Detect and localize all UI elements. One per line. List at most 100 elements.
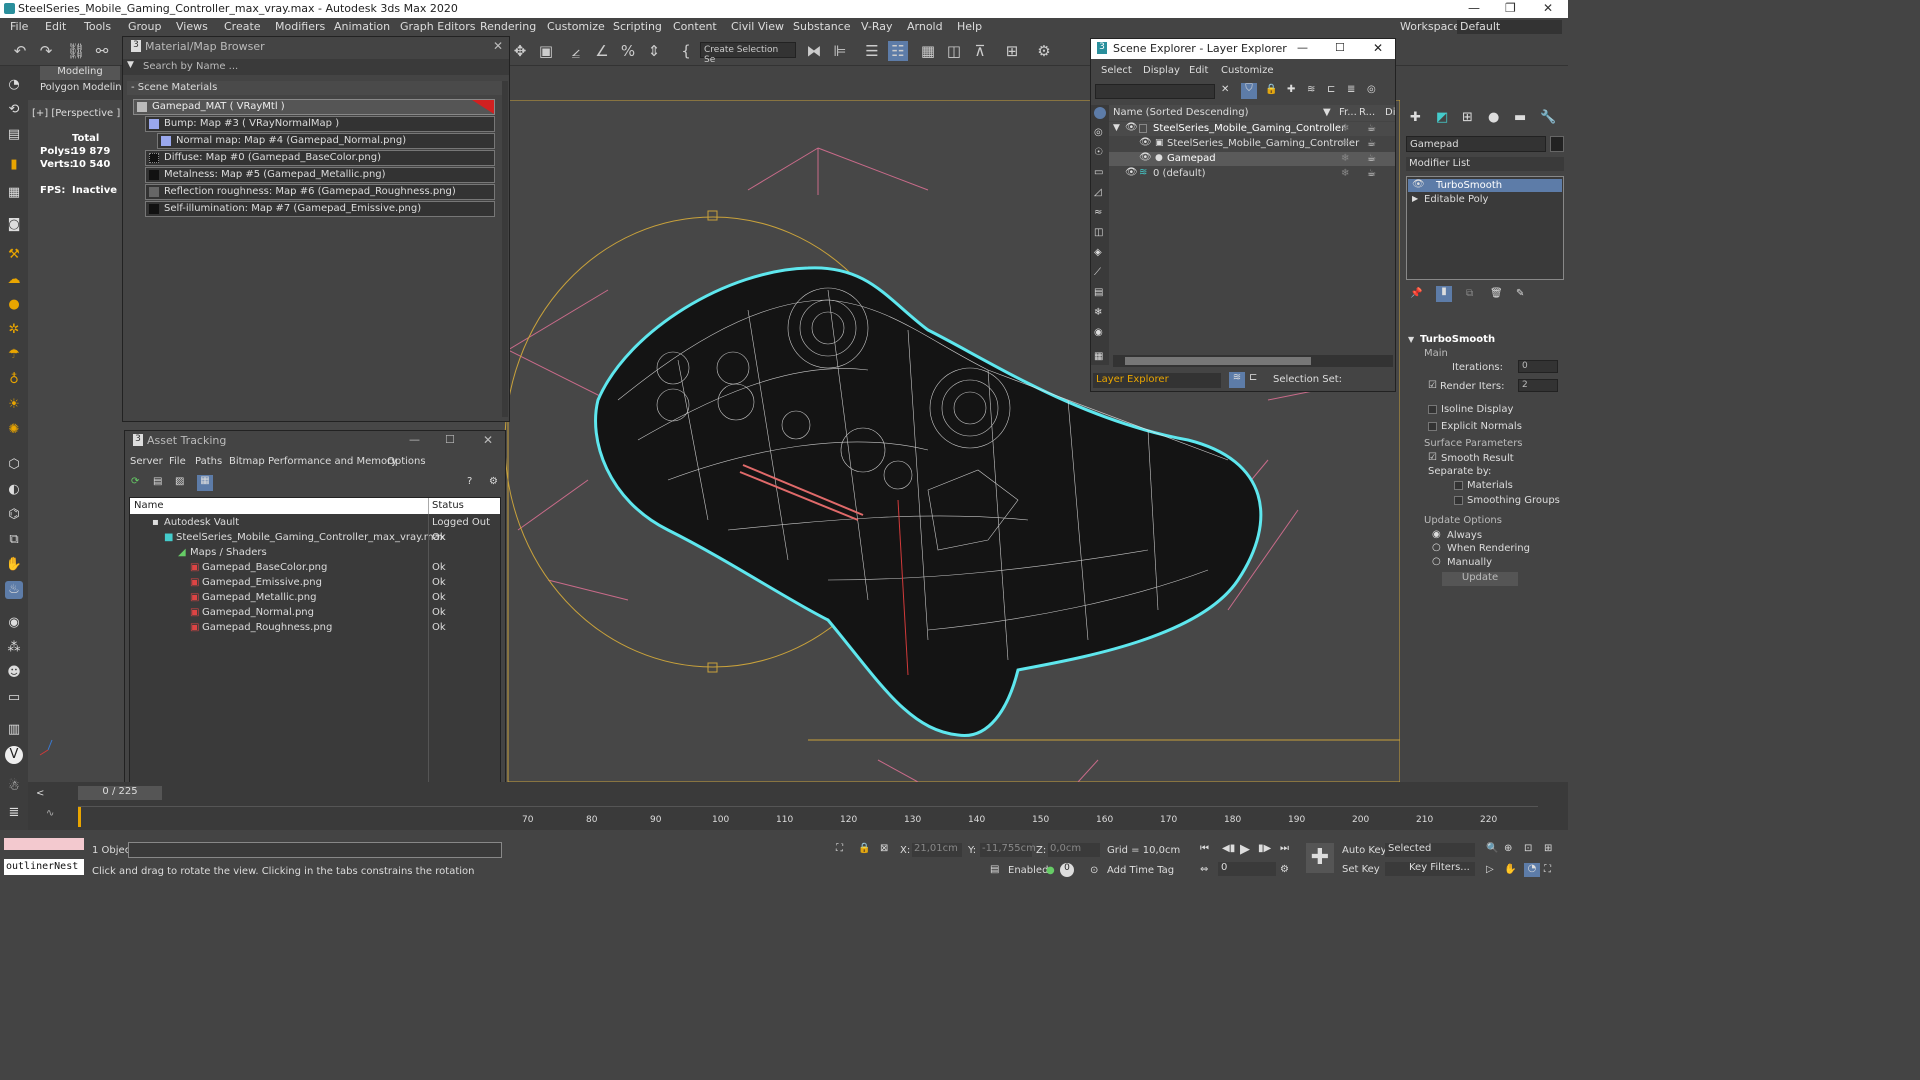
layout-icon[interactable]: ▥ [5, 721, 23, 739]
geometry-icon[interactable]: ◎ [1094, 127, 1103, 138]
col-status[interactable]: Status [432, 500, 464, 511]
play-icon[interactable]: ▶ [1240, 842, 1250, 857]
enabled-dot-icon[interactable]: ● [1046, 865, 1055, 876]
expand-icon[interactable]: ▶ [1412, 194, 1418, 203]
menu-modifiers[interactable]: Modifiers [275, 20, 325, 33]
search-input[interactable]: Search by Name ... [143, 61, 238, 72]
menu-edit[interactable]: Edit [45, 20, 66, 33]
isoline-checkbox[interactable] [1428, 404, 1437, 415]
create-tab-icon[interactable]: ✚ [1410, 110, 1421, 125]
y-coord-input[interactable]: -11,755cm [980, 843, 1036, 857]
visibility-icon[interactable]: 👁 [1139, 137, 1152, 148]
add-time-tag[interactable]: Add Time Tag [1107, 865, 1174, 876]
display-objects-icon[interactable] [1094, 107, 1106, 119]
menu-create[interactable]: Create [224, 20, 261, 33]
hierarchy-tab-icon[interactable]: ⊞ [1462, 110, 1473, 125]
horizontal-scrollbar[interactable] [1113, 355, 1393, 367]
sun-icon[interactable]: ☀ [5, 396, 23, 414]
bulb-icon[interactable]: ♁ [5, 371, 23, 389]
head-icon[interactable]: ☻ [5, 664, 23, 682]
update-button[interactable]: Update [1442, 572, 1518, 586]
orbit-icon[interactable]: ◔ [5, 76, 23, 94]
orbit-icon[interactable]: ◔ [1524, 863, 1540, 877]
camera-icon[interactable]: ◙ [5, 216, 23, 234]
hidden-icon[interactable]: ◉ [1094, 327, 1103, 338]
cube-icon[interactable]: ⬡ [5, 456, 23, 474]
smooth-result-checkbox[interactable]: ☑ [1428, 452, 1437, 463]
menu-display[interactable]: Display [1143, 65, 1180, 76]
go-to-end-icon[interactable]: ⏭ [1280, 843, 1289, 854]
absolute-mode-icon[interactable]: ⊠ [880, 843, 888, 854]
menu-customize[interactable]: Customize [547, 20, 605, 33]
table-row[interactable]: ■ SteelSeries_Mobile_Gaming_Controller_m… [130, 531, 500, 546]
render-icon[interactable]: ☕ [1367, 153, 1376, 164]
map-item[interactable]: Diffuse: Map #0 (Gamepad_BaseColor.png) [145, 150, 495, 166]
filter-icon[interactable]: ⛉ [1241, 83, 1257, 99]
eye-icon[interactable]: 👁 [1412, 179, 1425, 190]
scrollbar[interactable] [502, 81, 508, 417]
highlight-icon[interactable]: ◎ [1367, 84, 1376, 95]
box-icon[interactable]: ▤ [5, 126, 23, 144]
hierarchy-icon[interactable]: ⊏ [1327, 84, 1335, 95]
lamp-icon[interactable]: ☂ [5, 346, 23, 364]
redo-icon[interactable]: ↷ [36, 41, 56, 61]
object-name-input[interactable]: Gamepad [1406, 136, 1546, 152]
material-item[interactable]: Gamepad_MAT ( VRayMtl ) [133, 99, 495, 115]
table-row[interactable]: ▣ Gamepad_Roughness.png Ok [130, 621, 500, 636]
next-key-icon[interactable]: ▮▶ [1258, 843, 1271, 854]
unique-icon[interactable]: ⧉ [1466, 288, 1473, 299]
set-key-button[interactable]: Set Key [1342, 864, 1380, 875]
table-row[interactable]: ▣ Gamepad_BaseColor.png Ok [130, 561, 500, 576]
sphere-icon[interactable]: ● [5, 296, 23, 314]
always-radio[interactable]: ◉ [1432, 529, 1441, 540]
when-rendering-radio[interactable]: ○ [1432, 542, 1441, 553]
table-row[interactable]: ▣ Gamepad_Normal.png Ok [130, 606, 500, 621]
display-icon[interactable]: ▮ [5, 156, 23, 174]
zoom-icon[interactable]: 🔍 [1486, 843, 1498, 854]
grid-icon[interactable]: ▦ [5, 184, 23, 202]
close-icon[interactable]: ✕ [1543, 1, 1553, 15]
ribbon-polygon-modeling[interactable]: Polygon Modeling [40, 82, 128, 93]
table-row[interactable]: ◢ Maps / Shaders [130, 546, 500, 561]
camera-icon[interactable]: ▭ [1094, 167, 1103, 178]
menu-tools[interactable]: Tools [84, 20, 111, 33]
menu-graph-editors[interactable]: Graph Editors [400, 20, 476, 33]
enabled-toggle[interactable]: 0 [1060, 863, 1074, 877]
grid-icon[interactable]: ▦ [197, 475, 213, 491]
close-icon[interactable]: ✕ [493, 39, 503, 53]
vray-icon[interactable]: V [5, 746, 23, 764]
materials-checkbox[interactable] [1454, 480, 1463, 491]
all-icon[interactable]: ▦ [1094, 351, 1103, 362]
place-icon[interactable]: ▣ [536, 41, 556, 61]
menu-rendering[interactable]: Rendering [480, 20, 536, 33]
hemisphere-icon[interactable]: ◐ [5, 481, 23, 499]
map-item[interactable]: Metalness: Map #5 (Gamepad_Metallic.png) [145, 167, 495, 183]
bone-icon[interactable]: ⟋ [1094, 267, 1101, 278]
minimize-icon[interactable]: — [1297, 41, 1308, 54]
hand-icon[interactable]: ✋ [5, 556, 23, 574]
render-icon[interactable]: ☕ [1367, 138, 1376, 149]
prompt-field[interactable] [128, 842, 502, 858]
pan-icon[interactable]: ✋ [1504, 864, 1516, 875]
menu-customize[interactable]: Customize [1221, 65, 1274, 76]
menu-file[interactable]: File [169, 456, 186, 467]
modifier-list-dropdown[interactable]: Modifier List [1406, 157, 1564, 171]
spacewarp-icon[interactable]: ≈ [1094, 207, 1102, 218]
menu-options[interactable]: Options [387, 456, 426, 467]
viewport-icon[interactable]: ▭ [5, 689, 23, 707]
list-icon[interactable]: ▤ [153, 476, 162, 487]
collapse-icon[interactable]: ▼ [1408, 335, 1414, 344]
menu-vray[interactable]: V-Ray [861, 20, 893, 33]
scroll-thumb[interactable] [1125, 357, 1311, 365]
rotate-icon[interactable]: ⟲ [5, 101, 23, 119]
group-icon[interactable]: ◫ [1094, 227, 1103, 238]
restore-icon[interactable]: ❐ [1505, 1, 1516, 15]
scene-explorer-icon[interactable]: ☷ [888, 41, 908, 61]
table-row[interactable]: ▣ Gamepad_Metallic.png Ok [130, 591, 500, 606]
motion-tab-icon[interactable]: ● [1488, 110, 1499, 125]
schematic-icon[interactable]: ⊼ [970, 41, 990, 61]
frozen-icon[interactable]: ❄ [1341, 123, 1349, 134]
layer-icon[interactable]: ☰ [862, 41, 882, 61]
menu-substance[interactable]: Substance [793, 20, 851, 33]
zoom-extents-icon[interactable]: ⊡ [1524, 843, 1532, 854]
